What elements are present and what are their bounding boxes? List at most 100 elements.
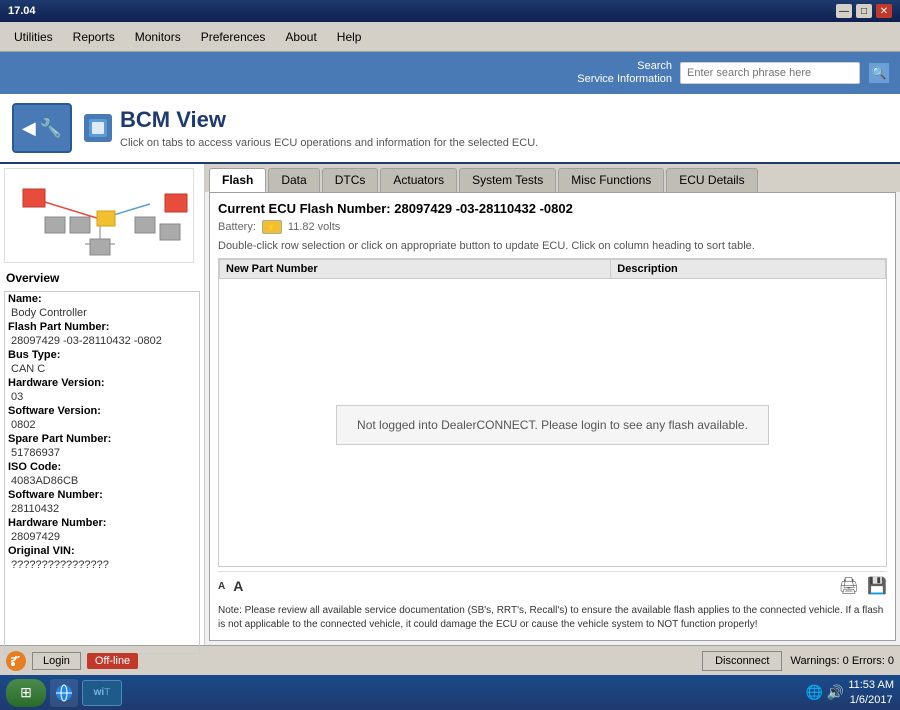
info-field-value: 28110432 [5,502,199,516]
flash-number: Current ECU Flash Number: 28097429 -03-2… [218,201,887,216]
list-item: Software Version: [5,404,199,418]
tabs-bar: Flash Data DTCs Actuators System Tests M… [205,164,900,192]
info-field-label: ISO Code: [5,460,199,474]
list-item: ISO Code: [5,460,199,474]
info-field-label: Name: [5,292,199,306]
search-label: SearchService Information [577,60,672,86]
list-item: Hardware Number: [5,516,199,530]
header-section: ◀ 🔧 BCM View Click on tabs to access var… [0,94,900,164]
menu-bar: Utilities Reports Monitors Preferences A… [0,22,900,52]
menu-utilities[interactable]: Utilities [4,26,63,48]
not-logged-message: Not logged into DealerCONNECT. Please lo… [336,405,769,445]
list-item: Name: [5,292,199,306]
menu-preferences[interactable]: Preferences [191,26,276,48]
maximize-button[interactable]: □ [856,4,872,18]
back-button[interactable]: ◀ 🔧 [12,103,72,153]
back-arrow-icon: ◀ [22,118,36,139]
battery-icon: ⚡ [262,220,282,234]
print-button[interactable]: 🖨 [839,576,859,596]
list-item: Software Number: [5,488,199,502]
page-title: BCM View [120,107,538,133]
tab-dtcs[interactable]: DTCs [322,168,379,192]
col-part-number[interactable]: New Part Number [220,260,611,279]
tab-actuators[interactable]: Actuators [380,168,457,192]
rss-icon [6,651,26,671]
list-item: 0802 [5,418,199,432]
tab-data[interactable]: Data [268,168,319,192]
search-bar: SearchService Information 🔍 wiTECH [0,52,900,94]
taskbar: ⊞ wiT 🌐 🔊 11:53 AM 1/6/2017 [0,675,900,710]
font-controls: A A 🖨 💾 [218,571,887,600]
status-right: Disconnect Warnings: 0 Errors: 0 [702,651,894,671]
disconnect-button[interactable]: Disconnect [702,651,782,671]
flash-table: New Part Number Description [219,259,886,279]
list-item: ???????????????? [5,558,199,572]
menu-monitors[interactable]: Monitors [125,26,191,48]
col-description[interactable]: Description [611,260,886,279]
info-field-label: Spare Part Number: [5,432,199,446]
info-field-value: 51786937 [5,446,199,460]
list-item: 28110432 [5,502,199,516]
tab-ecu-details[interactable]: ECU Details [666,168,757,192]
info-field-value: 4083AD86CB [5,474,199,488]
list-item: 4083AD86CB [5,474,199,488]
list-item: 28097429 -03-28110432 -0802 [5,334,199,348]
info-field-label: Hardware Number: [5,516,199,530]
note-text: Note: Please review all available servic… [218,604,887,632]
diagram-area [4,168,194,263]
list-item: Hardware Version: [5,376,199,390]
info-field-label: Software Version: [5,404,199,418]
system-clock: 11:53 AM 1/6/2017 [848,678,894,707]
tab-system-tests[interactable]: System Tests [459,168,556,192]
table-body: Not logged into DealerCONNECT. Please lo… [219,283,886,566]
taskbar-witech-button[interactable]: wiT [82,680,122,706]
info-field-value: 03 [5,390,199,404]
info-field-label: Flash Part Number: [5,320,199,334]
title-bar: 17.04 — □ ✕ [0,0,900,22]
flash-content: Current ECU Flash Number: 28097429 -03-2… [209,192,896,641]
window-controls: — □ ✕ [836,4,892,18]
taskbar-ie-icon[interactable] [50,679,78,707]
minimize-button[interactable]: — [836,4,852,18]
tab-misc-functions[interactable]: Misc Functions [558,168,664,192]
info-field-value: CAN C [5,362,199,376]
diagram-svg [5,169,193,262]
info-field-label: Bus Type: [5,348,199,362]
right-panel: Flash Data DTCs Actuators System Tests M… [205,164,900,645]
list-item: 03 [5,390,199,404]
page-subtitle: Click on tabs to access various ECU oper… [120,137,538,149]
start-button[interactable]: ⊞ [6,679,46,707]
info-field-value: Body Controller [5,306,199,320]
menu-about[interactable]: About [275,26,326,48]
bcm-icon [84,114,112,142]
search-button[interactable]: 🔍 [868,62,890,84]
offline-badge: Off-line [87,653,138,669]
left-panel: Overview Name:Body ControllerFlash Part … [0,164,205,645]
menu-reports[interactable]: Reports [63,26,125,48]
battery-value: 11.82 volts [288,221,340,233]
instruction-text: Double-click row selection or click on a… [218,240,887,252]
list-item: Body Controller [5,306,199,320]
list-item: 51786937 [5,446,199,460]
list-item: Flash Part Number: [5,320,199,334]
overview-label: Overview [4,269,200,287]
info-field-label: Software Number: [5,488,199,502]
list-item: 28097429 [5,530,199,544]
close-button[interactable]: ✕ [876,4,892,18]
font-decrease-button[interactable]: A [218,581,225,592]
info-field-value: 28097429 [5,530,199,544]
list-item: Original VIN: [5,544,199,558]
info-panel[interactable]: Name:Body ControllerFlash Part Number:28… [4,291,200,654]
info-table: Name:Body ControllerFlash Part Number:28… [5,292,199,572]
system-tray: 🌐 🔊 11:53 AM 1/6/2017 [805,678,894,707]
network-tray-icon: 🌐 [805,684,822,701]
page-header: BCM View Click on tabs to access various… [120,107,538,149]
export-button[interactable]: 💾 [867,576,887,596]
tab-flash[interactable]: Flash [209,168,266,192]
menu-help[interactable]: Help [327,26,372,48]
font-increase-button[interactable]: A [233,578,243,594]
volume-tray-icon: 🔊 [827,684,844,701]
login-button[interactable]: Login [32,652,81,670]
battery-label: Battery: [218,221,256,233]
search-input[interactable] [680,62,860,84]
